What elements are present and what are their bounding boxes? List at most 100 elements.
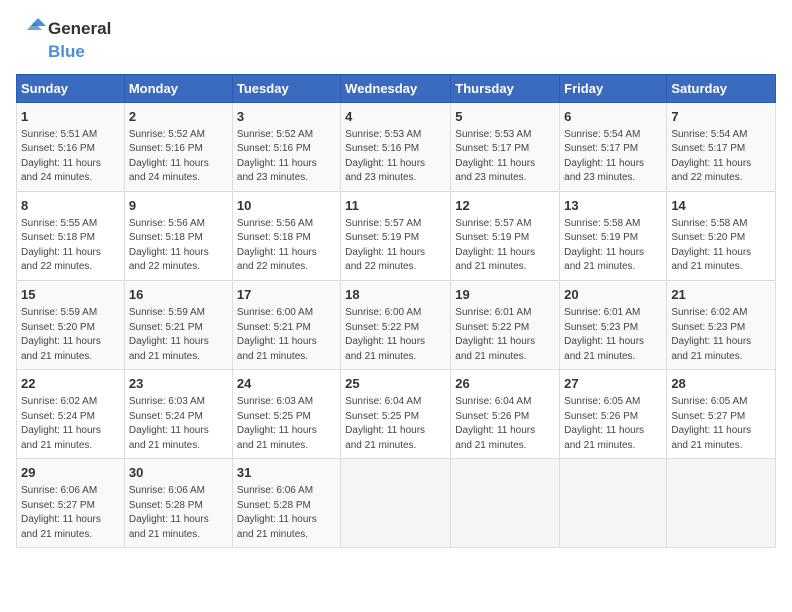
calendar-week-row: 8 Sunrise: 5:55 AM Sunset: 5:18 PM Daylig… bbox=[17, 191, 776, 280]
day-number: 22 bbox=[21, 375, 120, 393]
day-number: 17 bbox=[237, 286, 336, 304]
day-info: Sunrise: 5:54 AM Sunset: 5:17 PM Dayligh… bbox=[671, 128, 771, 186]
calendar-cell: 18Sunrise: 6:00 AM Sunset: 5:22 PM Dayli… bbox=[341, 280, 451, 369]
day-number: 24 bbox=[237, 375, 336, 393]
calendar-cell: 17 Sunrise: 6:00 AM Sunset: 5:21 PM Dayli… bbox=[232, 280, 340, 369]
calendar-cell: 8 Sunrise: 5:55 AM Sunset: 5:18 PM Daylig… bbox=[17, 191, 125, 280]
weekday-header-saturday: Saturday bbox=[667, 74, 776, 102]
calendar-cell: 3Sunrise: 5:52 AM Sunset: 5:16 PM Daylig… bbox=[232, 102, 340, 191]
day-number: 5 bbox=[455, 108, 555, 126]
calendar-cell: 11Sunrise: 5:57 AM Sunset: 5:19 PM Dayli… bbox=[341, 191, 451, 280]
calendar-week-row: 22 Sunrise: 6:02 AM Sunset: 5:24 PM Dayli… bbox=[17, 370, 776, 459]
weekday-header-friday: Friday bbox=[560, 74, 667, 102]
day-info: Sunrise: 5:55 AM Sunset: 5:18 PM Dayligh… bbox=[21, 217, 120, 275]
day-info: Sunrise: 6:04 AM Sunset: 5:25 PM Dayligh… bbox=[345, 395, 446, 453]
logo: General Blue bbox=[16, 16, 111, 62]
calendar-cell: 19 Sunrise: 6:01 AM Sunset: 5:22 PM Dayli… bbox=[451, 280, 560, 369]
calendar-cell: 24 Sunrise: 6:03 AM Sunset: 5:25 PM Dayli… bbox=[232, 370, 340, 459]
logo-general: General bbox=[48, 19, 111, 39]
day-number: 28 bbox=[671, 375, 771, 393]
calendar-cell: 29Sunrise: 6:06 AM Sunset: 5:27 PM Dayli… bbox=[17, 459, 125, 548]
day-info: Sunrise: 5:58 AM Sunset: 5:20 PM Dayligh… bbox=[671, 217, 771, 275]
calendar-cell: 7 Sunrise: 5:54 AM Sunset: 5:17 PM Daylig… bbox=[667, 102, 776, 191]
day-number: 29 bbox=[21, 464, 120, 482]
day-number: 10 bbox=[237, 197, 336, 215]
day-info: Sunrise: 6:00 AM Sunset: 5:21 PM Dayligh… bbox=[237, 306, 336, 364]
day-info: Sunrise: 5:59 AM Sunset: 5:20 PM Dayligh… bbox=[21, 306, 120, 364]
calendar-cell bbox=[667, 459, 776, 548]
calendar-week-row: 29Sunrise: 6:06 AM Sunset: 5:27 PM Dayli… bbox=[17, 459, 776, 548]
logo-blue: Blue bbox=[48, 42, 85, 62]
day-info: Sunrise: 5:58 AM Sunset: 5:19 PM Dayligh… bbox=[564, 217, 662, 275]
calendar-cell: 2 Sunrise: 5:52 AM Sunset: 5:16 PM Daylig… bbox=[124, 102, 232, 191]
day-info: Sunrise: 6:05 AM Sunset: 5:26 PM Dayligh… bbox=[564, 395, 662, 453]
calendar-cell: 28 Sunrise: 6:05 AM Sunset: 5:27 PM Dayli… bbox=[667, 370, 776, 459]
weekday-header-wednesday: Wednesday bbox=[341, 74, 451, 102]
day-number: 19 bbox=[455, 286, 555, 304]
calendar-table: SundayMondayTuesdayWednesdayThursdayFrid… bbox=[16, 74, 776, 549]
day-number: 1 bbox=[21, 108, 120, 126]
day-info: Sunrise: 6:05 AM Sunset: 5:27 PM Dayligh… bbox=[671, 395, 771, 453]
day-number: 12 bbox=[455, 197, 555, 215]
calendar-cell: 16 Sunrise: 5:59 AM Sunset: 5:21 PM Dayli… bbox=[124, 280, 232, 369]
calendar-cell: 30 Sunrise: 6:06 AM Sunset: 5:28 PM Dayli… bbox=[124, 459, 232, 548]
calendar-cell: 12 Sunrise: 5:57 AM Sunset: 5:19 PM Dayli… bbox=[451, 191, 560, 280]
day-number: 27 bbox=[564, 375, 662, 393]
day-number: 30 bbox=[129, 464, 228, 482]
calendar-cell bbox=[341, 459, 451, 548]
day-info: Sunrise: 5:59 AM Sunset: 5:21 PM Dayligh… bbox=[129, 306, 228, 364]
calendar-cell: 9 Sunrise: 5:56 AM Sunset: 5:18 PM Daylig… bbox=[124, 191, 232, 280]
day-number: 14 bbox=[671, 197, 771, 215]
day-info: Sunrise: 5:51 AM Sunset: 5:16 PM Dayligh… bbox=[21, 128, 120, 186]
calendar-cell bbox=[560, 459, 667, 548]
day-info: Sunrise: 5:52 AM Sunset: 5:16 PM Dayligh… bbox=[129, 128, 228, 186]
day-info: Sunrise: 6:03 AM Sunset: 5:24 PM Dayligh… bbox=[129, 395, 228, 453]
day-info: Sunrise: 6:02 AM Sunset: 5:23 PM Dayligh… bbox=[671, 306, 771, 364]
page-header: General Blue bbox=[16, 16, 776, 62]
day-number: 8 bbox=[21, 197, 120, 215]
calendar-cell: 15 Sunrise: 5:59 AM Sunset: 5:20 PM Dayli… bbox=[17, 280, 125, 369]
day-info: Sunrise: 5:52 AM Sunset: 5:16 PM Dayligh… bbox=[237, 128, 336, 186]
calendar-cell: 22 Sunrise: 6:02 AM Sunset: 5:24 PM Dayli… bbox=[17, 370, 125, 459]
day-number: 18 bbox=[345, 286, 446, 304]
day-number: 7 bbox=[671, 108, 771, 126]
calendar-cell: 25 Sunrise: 6:04 AM Sunset: 5:25 PM Dayli… bbox=[341, 370, 451, 459]
day-number: 23 bbox=[129, 375, 228, 393]
day-number: 2 bbox=[129, 108, 228, 126]
day-number: 15 bbox=[21, 286, 120, 304]
weekday-header-sunday: Sunday bbox=[17, 74, 125, 102]
day-number: 26 bbox=[455, 375, 555, 393]
day-info: Sunrise: 5:54 AM Sunset: 5:17 PM Dayligh… bbox=[564, 128, 662, 186]
day-info: Sunrise: 5:53 AM Sunset: 5:17 PM Dayligh… bbox=[455, 128, 555, 186]
calendar-cell: 13Sunrise: 5:58 AM Sunset: 5:19 PM Dayli… bbox=[560, 191, 667, 280]
day-info: Sunrise: 6:01 AM Sunset: 5:23 PM Dayligh… bbox=[564, 306, 662, 364]
day-info: Sunrise: 6:01 AM Sunset: 5:22 PM Dayligh… bbox=[455, 306, 555, 364]
day-info: Sunrise: 5:57 AM Sunset: 5:19 PM Dayligh… bbox=[455, 217, 555, 275]
day-number: 9 bbox=[129, 197, 228, 215]
day-number: 20 bbox=[564, 286, 662, 304]
weekday-header-thursday: Thursday bbox=[451, 74, 560, 102]
day-number: 25 bbox=[345, 375, 446, 393]
calendar-cell: 14 Sunrise: 5:58 AM Sunset: 5:20 PM Dayli… bbox=[667, 191, 776, 280]
calendar-cell: 26 Sunrise: 6:04 AM Sunset: 5:26 PM Dayli… bbox=[451, 370, 560, 459]
day-number: 16 bbox=[129, 286, 228, 304]
day-info: Sunrise: 6:03 AM Sunset: 5:25 PM Dayligh… bbox=[237, 395, 336, 453]
day-info: Sunrise: 5:56 AM Sunset: 5:18 PM Dayligh… bbox=[237, 217, 336, 275]
calendar-week-row: 15 Sunrise: 5:59 AM Sunset: 5:20 PM Dayli… bbox=[17, 280, 776, 369]
calendar-cell: 1 Sunrise: 5:51 AM Sunset: 5:16 PM Daylig… bbox=[17, 102, 125, 191]
weekday-header-monday: Monday bbox=[124, 74, 232, 102]
calendar-cell: 10 Sunrise: 5:56 AM Sunset: 5:18 PM Dayli… bbox=[232, 191, 340, 280]
calendar-cell: 5 Sunrise: 5:53 AM Sunset: 5:17 PM Daylig… bbox=[451, 102, 560, 191]
day-info: Sunrise: 5:57 AM Sunset: 5:19 PM Dayligh… bbox=[345, 217, 446, 275]
calendar-cell: 31Sunrise: 6:06 AM Sunset: 5:28 PM Dayli… bbox=[232, 459, 340, 548]
calendar-cell bbox=[451, 459, 560, 548]
day-info: Sunrise: 5:56 AM Sunset: 5:18 PM Dayligh… bbox=[129, 217, 228, 275]
calendar-cell: 23 Sunrise: 6:03 AM Sunset: 5:24 PM Dayli… bbox=[124, 370, 232, 459]
day-number: 21 bbox=[671, 286, 771, 304]
day-info: Sunrise: 6:02 AM Sunset: 5:24 PM Dayligh… bbox=[21, 395, 120, 453]
day-info: Sunrise: 6:04 AM Sunset: 5:26 PM Dayligh… bbox=[455, 395, 555, 453]
day-info: Sunrise: 6:06 AM Sunset: 5:28 PM Dayligh… bbox=[129, 484, 228, 542]
day-number: 31 bbox=[237, 464, 336, 482]
calendar-cell: 6Sunrise: 5:54 AM Sunset: 5:17 PM Daylig… bbox=[560, 102, 667, 191]
calendar-week-row: 1 Sunrise: 5:51 AM Sunset: 5:16 PM Daylig… bbox=[17, 102, 776, 191]
